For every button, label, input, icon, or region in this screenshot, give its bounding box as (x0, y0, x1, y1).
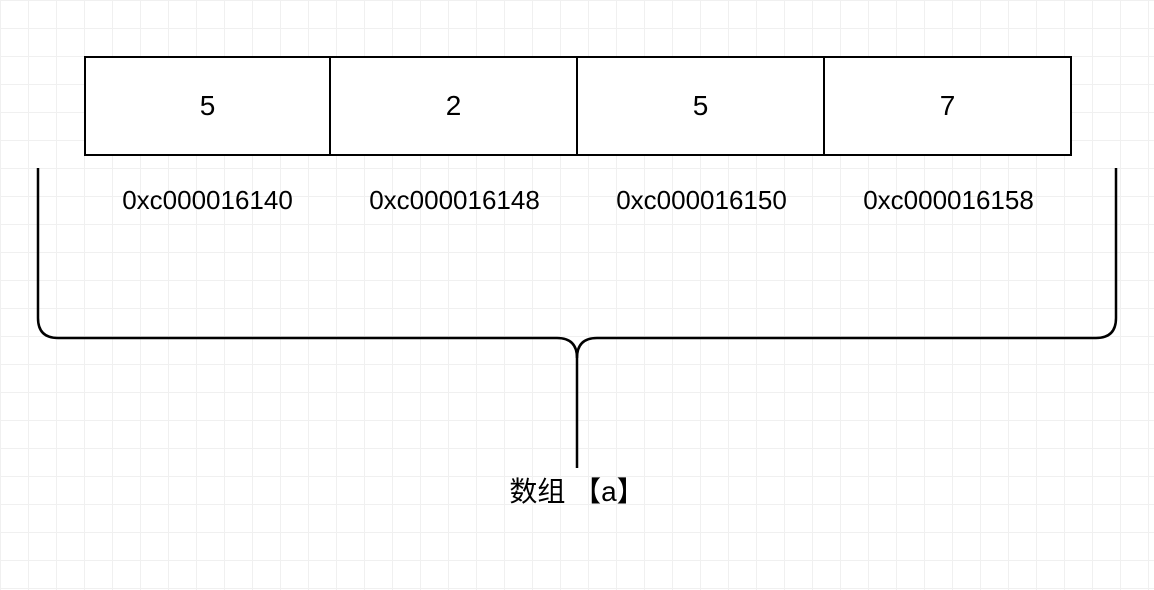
array-cell: 5 (84, 56, 331, 156)
array-cells-row: 5 2 5 7 (84, 56, 1072, 156)
array-cell: 7 (825, 56, 1072, 156)
array-label: 数组 【a】 (0, 470, 1154, 510)
array-cell: 2 (331, 56, 578, 156)
curly-brace (36, 168, 1118, 358)
array-cell: 5 (578, 56, 825, 156)
